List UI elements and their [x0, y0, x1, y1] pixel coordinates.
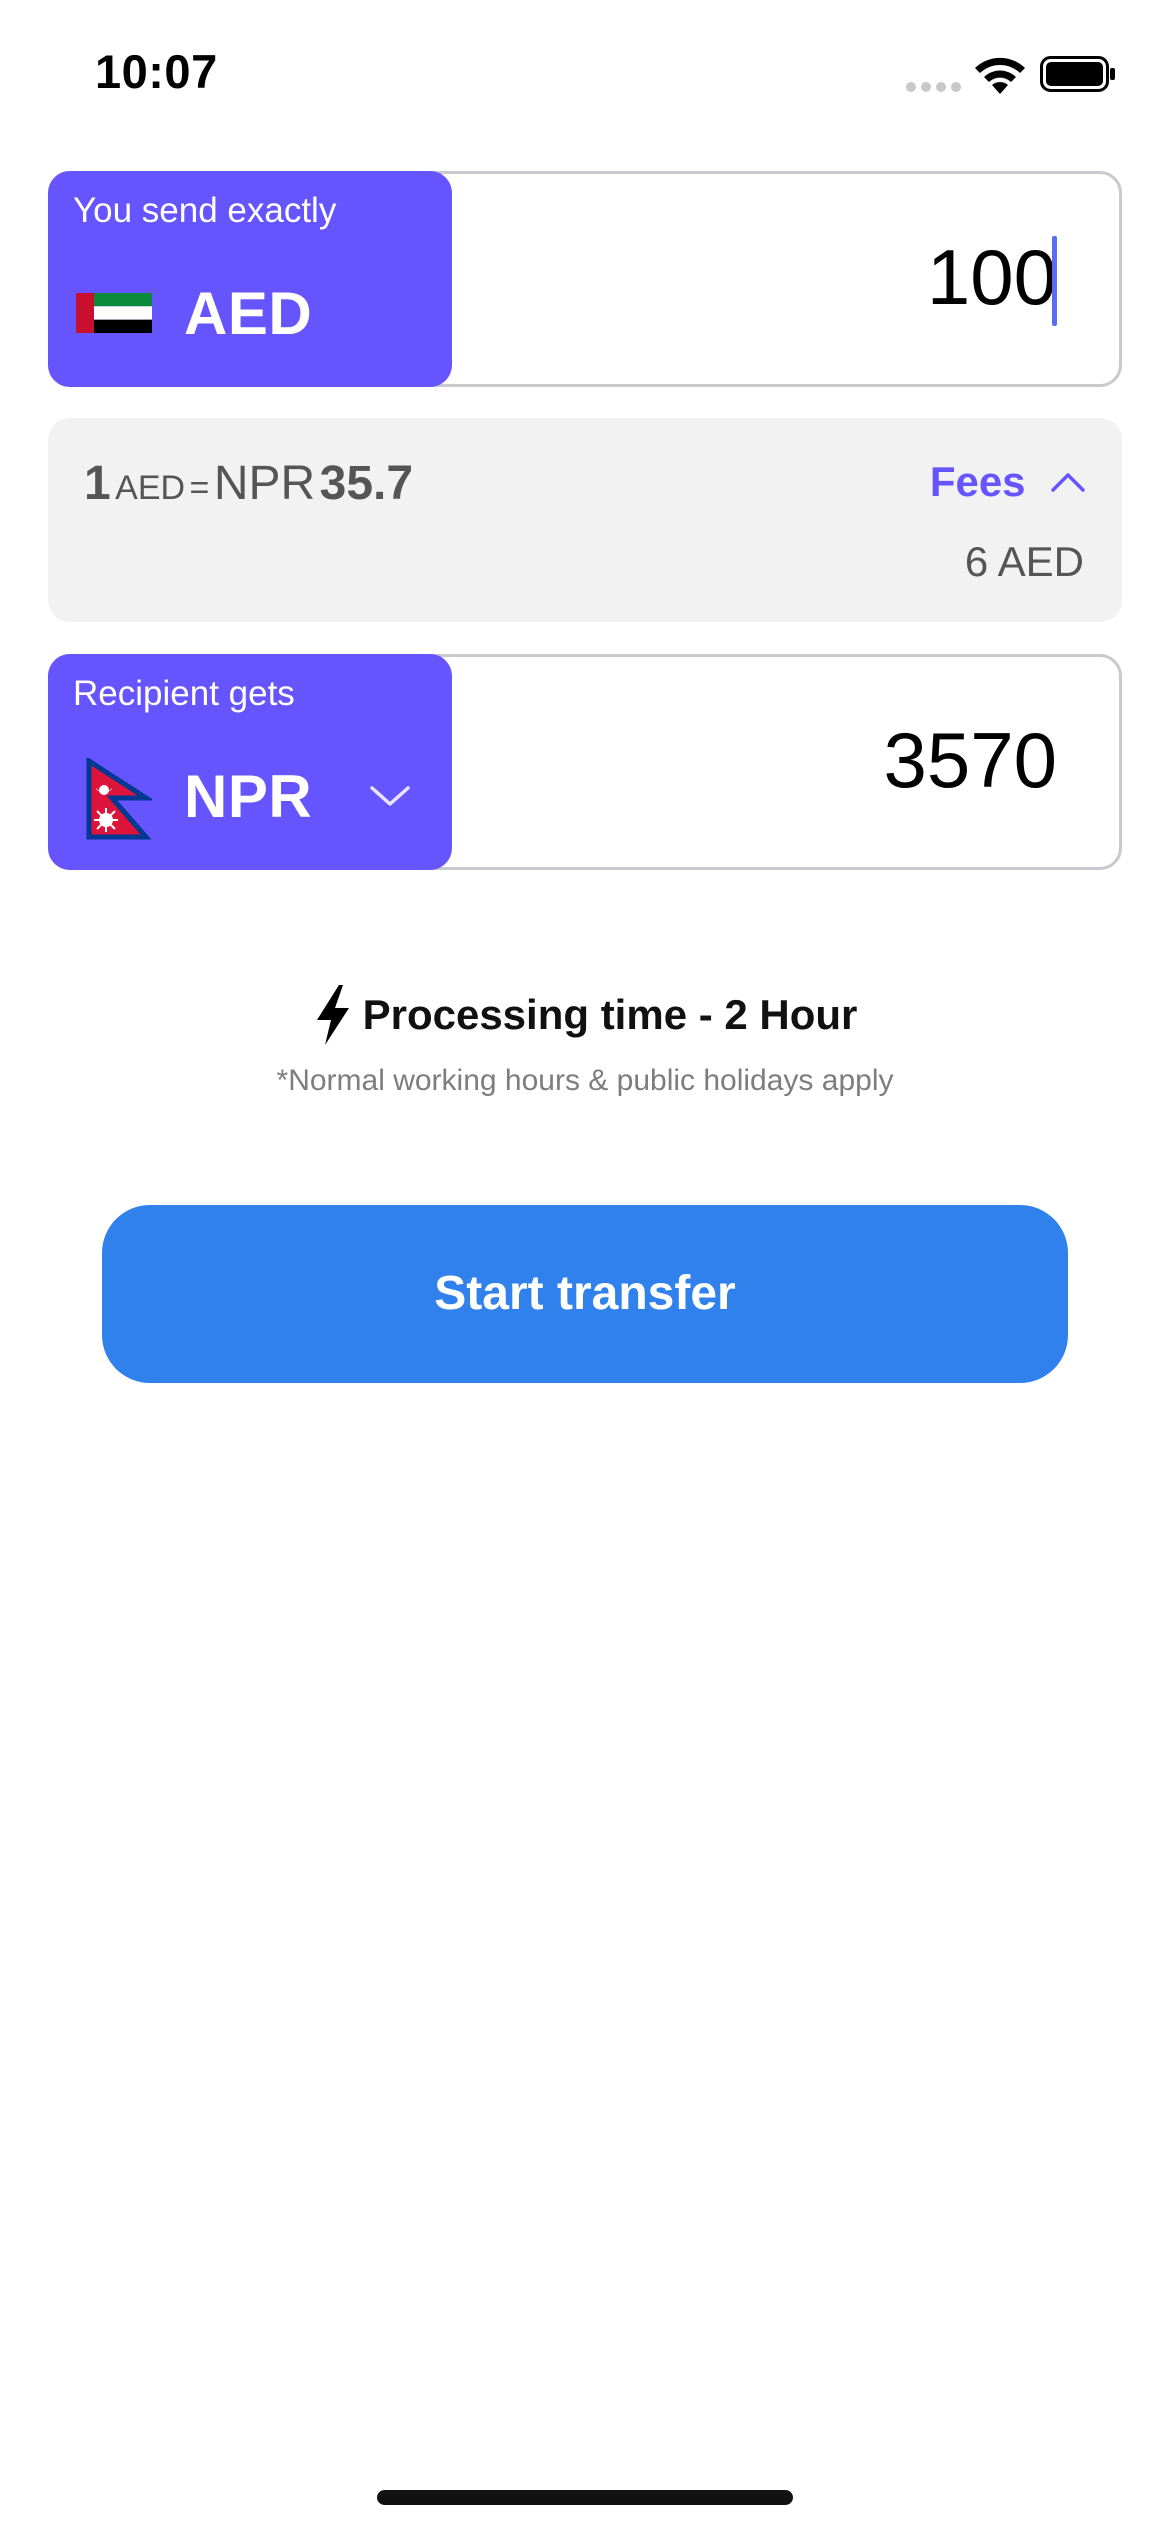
receive-amount-input[interactable]: 3570 [883, 715, 1057, 806]
send-currency-code: AED [184, 280, 313, 347]
chevron-up-icon [1051, 473, 1085, 492]
processing-note: *Normal working hours & public holidays … [276, 1064, 894, 1097]
rate-value: 35.7 [319, 457, 414, 510]
chevron-down-icon [370, 786, 410, 806]
nepal-flag-icon [86, 758, 152, 840]
fees-label: Fees [929, 458, 1026, 505]
processing-time: Processing time - 2 Hour [313, 984, 858, 1046]
receive-label: Recipient gets [73, 674, 295, 713]
battery-icon [1040, 56, 1115, 92]
wifi-icon [975, 57, 1025, 94]
lightning-bolt-icon [316, 985, 349, 1045]
rate-base-amount: 1 [84, 457, 111, 510]
exchange-rate-line: 1 AED = NPR 35.7 [84, 456, 413, 511]
receive-currency-selector[interactable]: Recipient gets NPR [48, 654, 452, 870]
rate-equals: = [189, 469, 210, 507]
rate-target-currency: NPR [213, 457, 316, 510]
send-amount-box[interactable]: You send exactly AED 100 [48, 171, 1122, 387]
cellular-signal-icon [906, 82, 962, 92]
transfer-screen: 10:07 You send exactly AED 100 1 AED = N… [0, 0, 1170, 2532]
rate-base-currency: AED [115, 469, 186, 507]
start-transfer-button[interactable]: Start transfer [102, 1205, 1068, 1383]
status-bar: 10:07 [0, 0, 1170, 150]
text-cursor [1052, 236, 1057, 326]
exchange-rate-panel: 1 AED = NPR 35.7 Fees 6 AED [48, 418, 1122, 622]
fee-amount: 6 AED [964, 538, 1084, 585]
processing-time-label: Processing time - 2 Hour [362, 991, 858, 1038]
send-amount-input[interactable]: 100 [927, 232, 1057, 323]
send-label: You send exactly [73, 191, 337, 230]
receive-amount-box[interactable]: Recipient gets NPR 3570 [48, 654, 1122, 870]
processing-info: Processing time - 2 Hour *Normal working… [0, 984, 1170, 1097]
receive-currency-code: NPR [184, 763, 313, 830]
send-currency-tab: You send exactly AED [48, 171, 452, 387]
status-time: 10:07 [95, 45, 218, 98]
fees-toggle-button[interactable]: Fees [930, 458, 1086, 508]
home-indicator[interactable] [377, 2490, 793, 2505]
uae-flag-icon [76, 293, 152, 333]
